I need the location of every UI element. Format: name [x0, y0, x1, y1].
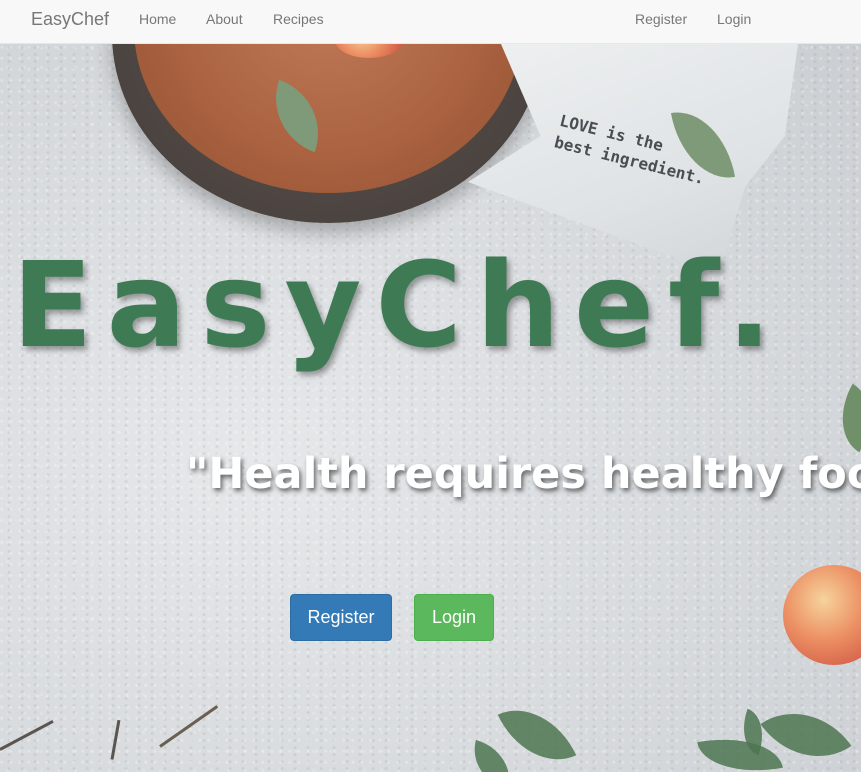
nav-recipes-link[interactable]: Recipes [273, 11, 324, 27]
nav-register-link[interactable]: Register [635, 11, 687, 27]
nav-home-link[interactable]: Home [139, 11, 176, 27]
top-navbar: EasyChef Home About Recipes Register Log… [0, 0, 861, 44]
landing-page: LOVE is the best ingredient. EasyChef Ho… [0, 0, 861, 772]
hero-title: EasyChef. [12, 236, 786, 374]
nav-login-link[interactable]: Login [717, 11, 751, 27]
brand-link[interactable]: EasyChef [31, 9, 109, 30]
register-button[interactable]: Register [290, 594, 392, 641]
nav-about-link[interactable]: About [206, 11, 243, 27]
hero-quote: "Health requires healthy food" [186, 449, 861, 499]
login-button[interactable]: Login [414, 594, 494, 641]
